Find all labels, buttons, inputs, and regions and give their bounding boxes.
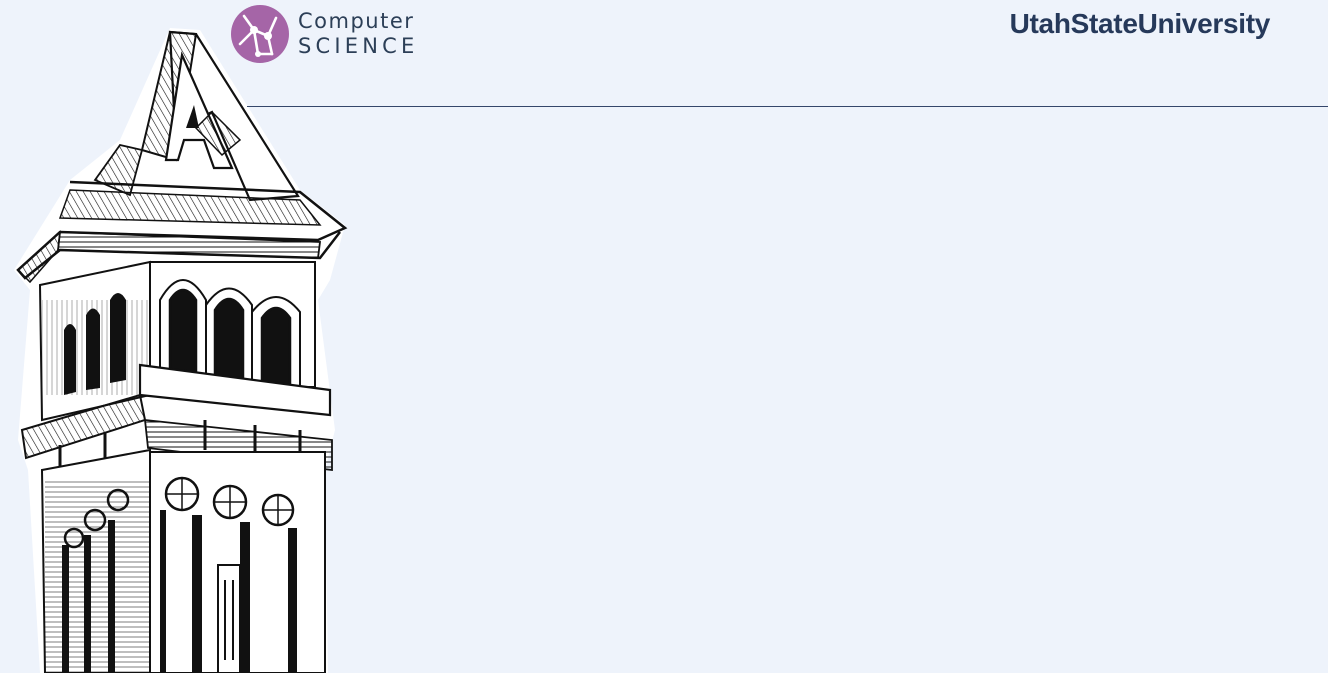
network-nodes-icon <box>231 5 289 63</box>
university-wordmark: UtahStateUniversity <box>1009 8 1271 39</box>
slide-template: Computer SCIENCE UtahStateUniversity <box>0 0 1328 673</box>
department-line1: Computer <box>298 9 415 33</box>
department-line2: SCIENCE <box>298 34 419 58</box>
department-logo: Computer SCIENCE <box>230 4 419 64</box>
department-wordmark: Computer SCIENCE <box>298 11 419 57</box>
clock-tower-illustration <box>14 28 348 673</box>
header-divider <box>247 106 1328 107</box>
